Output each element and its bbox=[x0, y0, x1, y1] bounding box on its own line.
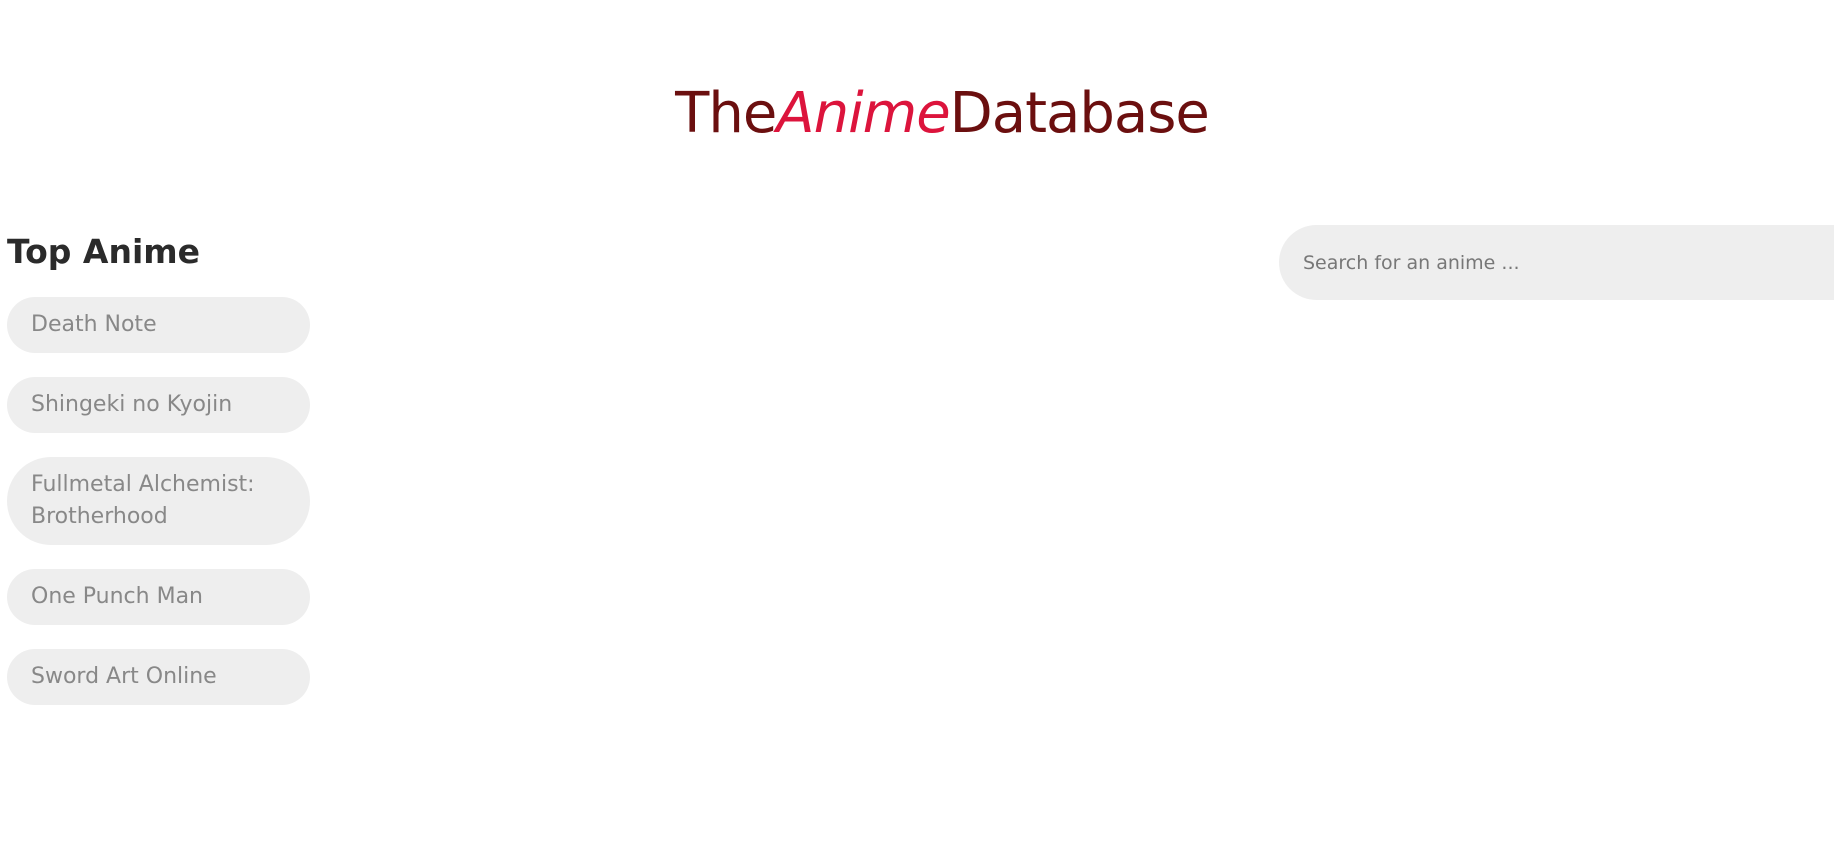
top-anime-list: Death Note Shingeki no Kyojin Fullmetal … bbox=[7, 297, 310, 729]
logo-text-anime: Anime bbox=[776, 81, 950, 146]
logo-text-the: The bbox=[675, 81, 777, 146]
logo-text-database: Database bbox=[949, 81, 1210, 146]
top-anime-heading: Top Anime bbox=[7, 232, 201, 271]
anime-item-fullmetal-alchemist[interactable]: Fullmetal Alchemist: Brotherhood bbox=[7, 457, 310, 545]
site-logo[interactable]: TheAnimeDatabase bbox=[0, 74, 1834, 154]
search-bar bbox=[1279, 225, 1834, 300]
anime-item-one-punch-man[interactable]: One Punch Man bbox=[7, 569, 310, 625]
anime-item-shingeki-no-kyojin[interactable]: Shingeki no Kyojin bbox=[7, 377, 310, 433]
search-input[interactable] bbox=[1279, 225, 1834, 300]
anime-item-sword-art-online[interactable]: Sword Art Online bbox=[7, 649, 310, 705]
anime-item-death-note[interactable]: Death Note bbox=[7, 297, 310, 353]
page: TheAnimeDatabase Top Anime Death Note Sh… bbox=[0, 0, 1834, 863]
